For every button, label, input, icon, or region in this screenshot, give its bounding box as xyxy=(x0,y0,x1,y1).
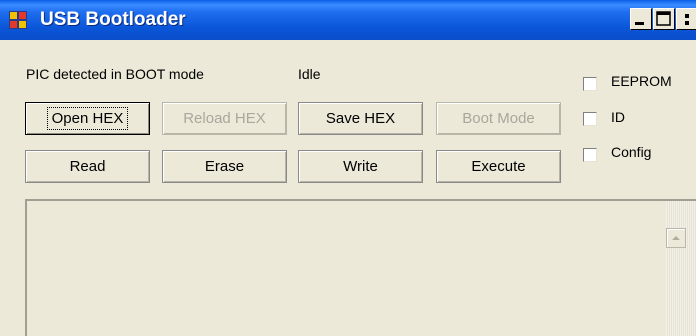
id-label: ID xyxy=(611,109,625,125)
app-window-icon[interactable] xyxy=(9,11,27,29)
state-status-label: Idle xyxy=(298,66,321,82)
boot-mode-button[interactable]: Boot Mode xyxy=(436,102,561,135)
config-label: Config xyxy=(611,144,652,160)
title-bar[interactable]: USB Bootloader xyxy=(0,0,696,40)
minimize-icon xyxy=(631,9,651,29)
close-button[interactable] xyxy=(676,8,696,30)
log-output-textarea[interactable] xyxy=(25,199,696,336)
id-checkbox[interactable] xyxy=(583,112,597,126)
erase-button[interactable]: Erase xyxy=(162,150,287,183)
write-button[interactable]: Write xyxy=(298,150,423,183)
maximize-button[interactable] xyxy=(653,8,675,30)
bootloader-window: USB Bootloader PIC detected in BOOT mode… xyxy=(0,0,696,336)
reload-hex-button[interactable]: Reload HEX xyxy=(162,102,287,135)
scroll-up-button[interactable] xyxy=(666,228,686,248)
eeprom-label: EEPROM xyxy=(611,73,672,89)
maximize-icon xyxy=(654,9,674,29)
read-button[interactable]: Read xyxy=(25,150,150,183)
execute-button[interactable]: Execute xyxy=(436,150,561,183)
scroll-up-arrow-icon xyxy=(667,234,685,251)
save-hex-button[interactable]: Save HEX xyxy=(298,102,423,135)
window-title: USB Bootloader xyxy=(40,9,186,30)
log-vertical-scrollbar[interactable] xyxy=(666,201,696,336)
detection-status-label: PIC detected in BOOT mode xyxy=(26,66,204,82)
close-icon xyxy=(677,9,696,29)
config-checkbox[interactable] xyxy=(583,148,597,162)
open-hex-button[interactable]: Open HEX xyxy=(25,102,150,135)
eeprom-checkbox[interactable] xyxy=(583,77,597,91)
minimize-button[interactable] xyxy=(630,8,652,30)
